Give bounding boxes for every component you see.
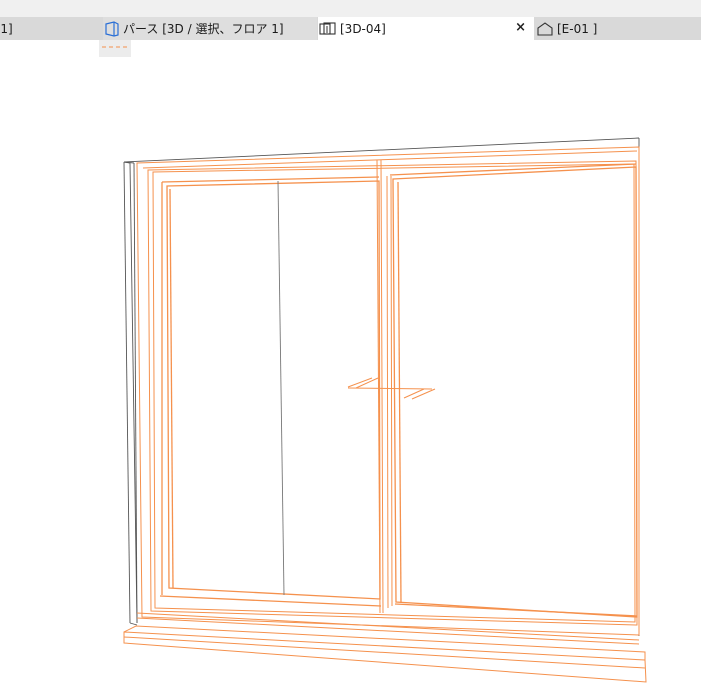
close-tab-icon[interactable]: × <box>515 20 526 36</box>
left-sash-mullion <box>277 180 285 596</box>
elevation-house-icon <box>535 21 555 37</box>
right-sash <box>389 163 638 618</box>
tab-label: パース [3D / 選択、フロア 1] <box>123 22 284 36</box>
selection-indicator <box>99 40 131 57</box>
tab-3d-04[interactable]: [3D-04] × <box>318 17 534 40</box>
view-tab-bar: -1] パース [3D / 選択、フロア 1] [3D-04] × <box>0 17 701 40</box>
tab-label: [3D-04] <box>340 21 386 36</box>
window-3d-model <box>123 137 647 683</box>
tab-label: [E-01 ] <box>557 21 598 36</box>
left-sash <box>159 176 382 607</box>
tab-partial-left[interactable]: -1] <box>0 17 98 40</box>
3d-viewport[interactable] <box>0 57 701 692</box>
tab-elevation-e01[interactable]: [E-01 ] <box>535 17 701 40</box>
title-strip <box>0 0 701 17</box>
perspective-box-icon <box>103 20 121 37</box>
archicad-window: -1] パース [3D / 選択、フロア 1] [3D-04] × <box>0 0 701 692</box>
tab-label: -1] <box>0 21 13 36</box>
tab-perspective[interactable]: パース [3D / 選択、フロア 1] <box>103 17 317 40</box>
3d-view-icon <box>318 21 338 37</box>
window-frame <box>123 146 647 683</box>
